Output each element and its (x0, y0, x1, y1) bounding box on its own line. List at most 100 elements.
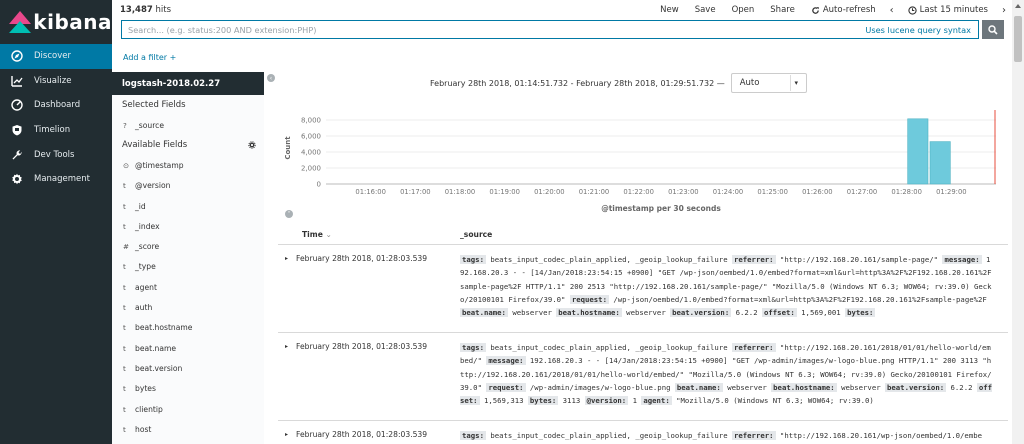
nav-item-timelion[interactable]: Timelion (0, 118, 112, 143)
y-tick-label: 6,000 (301, 133, 321, 141)
histogram-bar[interactable] (907, 118, 929, 185)
search-bar: Search... (e.g. status:200 AND extension… (121, 20, 979, 39)
row-source: tags: beats_input_codec_plain_applied, _… (460, 341, 994, 419)
field-name: _type (135, 262, 156, 272)
field-name: _source (135, 120, 165, 130)
field-name: _score (135, 242, 160, 252)
source-field-value: beats_input_codec_plain_applied, _geoip_… (485, 255, 732, 264)
row-timestamp: February 28th 2018, 01:28:03.539 (296, 254, 428, 263)
time-range-label: February 28th 2018, 01:14:51.732 - Febru… (430, 78, 725, 88)
nav-item-dashboard[interactable]: Dashboard (0, 93, 112, 118)
field-name: bytes (135, 384, 156, 394)
field-type-icon: t (123, 181, 126, 191)
field-beat-hostname[interactable]: t beat.hostname (112, 318, 264, 338)
source-field-value: 6.2.2 (946, 382, 977, 392)
sort-icon[interactable]: ⌄ (326, 230, 332, 239)
left-nav: kibana Discover Visualize Dashboard Timelio… (0, 0, 112, 444)
histogram-chart[interactable]: 0 2,000 4,000 6,000 8,000 01:16:00 01:17:00 01:… (278, 104, 1000, 216)
expand-row-icon[interactable]: ▸ (278, 253, 296, 332)
source-field-key: request: (486, 382, 526, 392)
time-picker-button[interactable]: Last 15 minutes (900, 5, 996, 15)
field-clientip[interactable]: t clientip (112, 399, 264, 419)
search-input[interactable]: Search... (e.g. status:200 AND extension… (122, 25, 865, 35)
source-field-key: beat.version: (670, 308, 732, 318)
add-filter-link[interactable]: Add a filter + (123, 53, 176, 62)
field-name: beat.hostname (135, 323, 193, 333)
field-name: agent (135, 282, 157, 292)
source-field-value: "Mozilla/5.0 (Windows NT 6.3; WOW64; rv:… (671, 396, 874, 406)
x-tick-label: 01:18:00 (445, 188, 476, 196)
source-field-key: tags: (460, 255, 486, 264)
field--source[interactable]: ? _source (112, 115, 264, 135)
x-tick-label: 01:22:00 (623, 188, 654, 196)
scrollbar-thumb[interactable] (1014, 16, 1022, 62)
y-tick-label: 2,000 (301, 165, 321, 173)
field-name: beat.name (135, 343, 177, 353)
field-agent[interactable]: t agent (112, 277, 264, 297)
x-tick-label: 01:25:00 (757, 188, 788, 196)
vertical-scrollbar[interactable] (1012, 0, 1024, 444)
field-name: clientip (135, 404, 163, 414)
expand-row-icon[interactable]: ▸ (278, 341, 296, 420)
source-field-value: webserver (836, 382, 885, 392)
dashboard-icon (11, 99, 23, 112)
y-tick-label: 8,000 (301, 117, 321, 125)
source-field-key: @version: (584, 396, 629, 406)
share-button[interactable]: Share (762, 5, 803, 15)
source-field-value: webserver (507, 308, 557, 318)
nav-item-discover[interactable]: Discover (0, 44, 112, 69)
nav-item-management[interactable]: Management (0, 167, 112, 192)
field--version[interactable]: t @version (112, 176, 264, 196)
new-button[interactable]: New (652, 5, 687, 15)
field--id[interactable]: t _id (112, 196, 264, 216)
field-beat-name[interactable]: t beat.name (112, 338, 264, 358)
source-field-value: 1,569,001 (796, 308, 846, 318)
chart-header: February 28th 2018, 01:14:51.732 - Febru… (430, 73, 807, 93)
field-host[interactable]: t host (112, 419, 264, 439)
histogram-bar[interactable] (929, 141, 951, 185)
x-tick-label: 01:17:00 (400, 188, 431, 196)
index-pattern-selector[interactable]: logstash-2018.02.27 (112, 72, 264, 95)
table-row[interactable]: ▸ February 28th 2018, 01:28:03.539 tags: b… (278, 420, 1008, 444)
kibana-logo[interactable]: kibana (0, 0, 112, 44)
kibana-logo-icon (9, 11, 31, 33)
field-name: beat.version (135, 363, 183, 373)
expand-row-icon[interactable]: ▸ (278, 429, 296, 444)
save-button[interactable]: Save (687, 5, 724, 15)
field-bytes[interactable]: t bytes (112, 379, 264, 399)
field-auth[interactable]: t auth (112, 297, 264, 317)
field-type-icon: t (123, 363, 126, 373)
table-row[interactable]: ▸ February 28th 2018, 01:28:03.539 tags: b… (278, 244, 1008, 332)
auto-refresh-button[interactable]: Auto-refresh (803, 5, 884, 15)
scroll-up-icon[interactable] (1015, 4, 1021, 8)
time-prev-button[interactable]: ‹ (884, 5, 900, 16)
interval-select[interactable]: Auto ▾ (730, 73, 807, 93)
chart-icon (11, 75, 23, 87)
gear-icon[interactable] (248, 141, 256, 149)
time-column-header[interactable]: Time ⌄ (278, 230, 460, 239)
hits-count: 13,487 hits (120, 5, 172, 15)
source-field-key: message: (942, 255, 982, 264)
field--score[interactable]: # _score (112, 236, 264, 256)
lucene-syntax-link[interactable]: Uses lucene query syntax (865, 25, 978, 35)
source-field-value: 6.2.2 (731, 308, 762, 318)
field-type-icon: t (123, 323, 126, 333)
field-type-icon: t (123, 424, 126, 434)
time-next-button[interactable]: › (996, 5, 1012, 16)
search-button[interactable] (982, 20, 1004, 39)
field--timestamp[interactable]: ⊙ @timestamp (112, 155, 264, 175)
source-field-key: beat.name: (674, 382, 723, 392)
field-beat-version[interactable]: t beat.version (112, 358, 264, 378)
source-field-value: /wp-json/oembed/1.0/embed?format=xml&url… (608, 294, 987, 304)
open-button[interactable]: Open (724, 5, 763, 15)
field-name: _index (135, 221, 160, 231)
table-row[interactable]: ▸ February 28th 2018, 01:28:03.539 tags: b… (278, 332, 1008, 420)
source-field-key: message: (486, 356, 526, 366)
x-tick-label: 01:26:00 (802, 188, 833, 196)
collapse-sidebar-button[interactable]: ‹ (267, 74, 275, 82)
collapse-chart-button[interactable]: ˄ (285, 210, 293, 218)
field--type[interactable]: t _type (112, 257, 264, 277)
nav-item-dev-tools[interactable]: Dev Tools (0, 142, 112, 167)
nav-item-visualize[interactable]: Visualize (0, 69, 112, 94)
field--index[interactable]: t _index (112, 216, 264, 236)
